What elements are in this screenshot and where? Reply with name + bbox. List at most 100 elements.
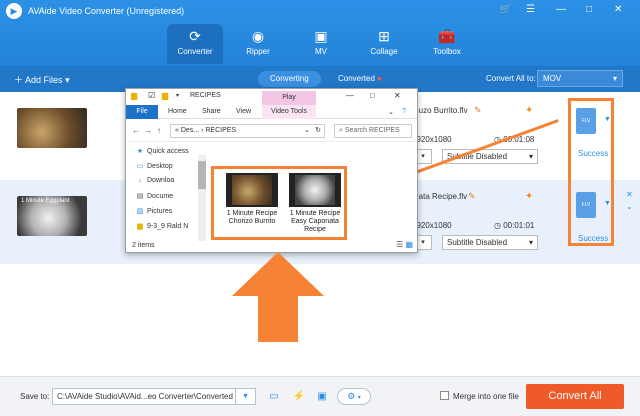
refresh-icon[interactable]: ↻	[315, 125, 321, 137]
add-files-button[interactable]: ＋ Add Files ▾	[14, 73, 70, 86]
details-view-icon[interactable]: ☰	[396, 240, 403, 249]
format-select[interactable]: MOV ▾	[537, 70, 623, 87]
enhance-icon[interactable]: ✦	[525, 191, 533, 202]
tab-converter[interactable]: ⟳ Converter	[167, 24, 223, 64]
collage-icon: ⊞	[378, 28, 390, 44]
expand-ribbon-icon[interactable]: ⌄	[388, 108, 394, 116]
sidebar-item-pictures[interactable]: ▨ Pictures	[136, 207, 173, 215]
folder-icon: ▆	[131, 91, 138, 100]
picture-icon: ▨	[136, 208, 144, 215]
folder-icon: ▆	[162, 91, 169, 100]
collapse-icon[interactable]: ⌄	[626, 202, 633, 211]
cart-icon[interactable]: 🛒	[499, 4, 511, 15]
thumbnail-view-icon[interactable]: ▦	[405, 240, 413, 249]
scrollbar-thumb[interactable]	[198, 161, 206, 189]
quick-access-toolbar-dropdown-icon[interactable]: ▾	[176, 92, 179, 99]
address-bar-row: ← → ↑ « Des... › RECIPES ⌄ ↻ ⌕ Search RE…	[126, 120, 417, 142]
merge-label: Merge into one file	[453, 392, 519, 401]
tab-ripper[interactable]: ◉ Ripper	[230, 24, 286, 64]
toolbox-icon: 🧰	[438, 28, 456, 44]
chevron-down-icon: ▾	[528, 152, 533, 161]
document-icon: ▤	[136, 193, 144, 200]
ribbon-home[interactable]: Home	[168, 108, 187, 115]
item-count: 2 items	[132, 242, 155, 249]
file-name: ...ata Recipe.flv	[412, 192, 468, 201]
notification-dot-icon: ●	[377, 74, 382, 83]
search-icon: ⌕	[339, 127, 343, 134]
subtitle-select[interactable]: Subtitle Disabled ▾	[442, 235, 538, 250]
clock-icon: ◷	[494, 221, 501, 230]
tab-label: MV	[315, 47, 327, 56]
desktop-icon: ▭	[136, 163, 144, 170]
menu-icon[interactable]: ☰	[526, 4, 535, 15]
search-box[interactable]: ⌕ Search RECIPES	[334, 124, 412, 138]
address-path: « Des... › RECIPES	[175, 127, 237, 134]
edit-name-icon[interactable]: ✎	[474, 105, 482, 116]
ribbon-video-tools[interactable]: Video Tools	[262, 105, 316, 119]
merge-checkbox[interactable]: Merge into one file	[440, 391, 519, 401]
ribbon-file[interactable]: File	[126, 105, 158, 119]
ribbon-share[interactable]: Share	[202, 108, 221, 115]
convert-all-to-label: Convert All to:	[486, 74, 536, 83]
download-icon: ↓	[138, 177, 142, 184]
converter-icon: ⟳	[189, 28, 201, 44]
duration-value: 00:01:01	[503, 221, 535, 230]
output-path-field[interactable]: C:\AVAide Studio\AVAid...eo Converter\Co…	[52, 388, 236, 405]
sidebar-item-documents[interactable]: ▤ Docume	[136, 192, 173, 200]
tab-toolbox[interactable]: 🧰 Toolbox	[419, 24, 475, 64]
chevron-down-icon: ▾	[65, 75, 70, 85]
path-dropdown-button[interactable]: ▼	[236, 388, 256, 405]
sidebar-item-desktop[interactable]: ▭ Desktop	[136, 162, 173, 170]
minimize-button[interactable]: —	[556, 4, 566, 15]
save-to-label: Save to:	[20, 392, 50, 401]
tab-label: Ripper	[246, 47, 270, 56]
enhance-icon[interactable]: ✦	[525, 105, 533, 116]
close-button[interactable]: ✕	[394, 91, 401, 100]
chevron-down-icon: ▾	[357, 395, 361, 401]
tab-label: Collage	[370, 47, 398, 56]
help-icon[interactable]: ?	[402, 108, 406, 115]
chevron-down-icon[interactable]: ⌄	[304, 125, 310, 137]
open-folder-icon[interactable]: ▭	[266, 389, 282, 405]
sidebar-item-downloads[interactable]: ↓ Downloa	[136, 177, 174, 184]
chevron-down-icon: ▾	[528, 238, 533, 247]
format-value: MOV	[543, 74, 562, 83]
add-files-label: Add Files	[25, 75, 63, 85]
sidebar-item-folder[interactable]: ▆ 9-3_9 Rald N	[136, 222, 188, 230]
settings-button[interactable]: ⚙ ▾	[337, 388, 371, 405]
converted-label: Converted	[338, 74, 375, 83]
folder-icon: ▆	[137, 223, 143, 230]
tab-label: Converter	[177, 47, 213, 56]
search-placeholder: Search RECIPES	[344, 127, 400, 134]
minimize-button[interactable]: —	[346, 91, 354, 100]
file-name: ...uzo Burrito.flv	[412, 106, 468, 115]
ribbon-view[interactable]: View	[236, 108, 251, 115]
view-toggle[interactable]: ☰ ▦	[396, 240, 413, 249]
maximize-button[interactable]: □	[586, 4, 592, 15]
output-highlight-box	[568, 98, 614, 246]
back-arrow-icon[interactable]: ←	[132, 126, 140, 135]
up-arrow-icon[interactable]: ↑	[157, 126, 161, 135]
sidebar-item-quick-access[interactable]: ★ Quick access	[136, 147, 189, 155]
address-bar[interactable]: « Des... › RECIPES ⌄ ↻	[170, 124, 325, 138]
mv-icon: ▣	[314, 28, 328, 44]
hardware-acceleration-icon[interactable]: ⚡	[291, 389, 307, 405]
maximize-button[interactable]: □	[370, 91, 375, 100]
close-button[interactable]: ✕	[614, 4, 622, 15]
video-thumbnail[interactable]: 1 Minute Eggplant	[17, 196, 87, 236]
gpu-icon[interactable]: ▣	[314, 389, 330, 405]
tab-collage[interactable]: ⊞ Collage	[356, 24, 412, 64]
converted-tab[interactable]: Converted ●	[326, 71, 394, 87]
gear-icon: ⚙	[347, 391, 356, 401]
tab-mv[interactable]: ▣ MV	[293, 24, 349, 64]
edit-name-icon[interactable]: ✎	[468, 191, 476, 202]
play-tab[interactable]: Play	[262, 91, 316, 105]
close-row-icon[interactable]: ✕	[626, 190, 633, 199]
video-thumbnail[interactable]	[17, 108, 87, 148]
converting-tab[interactable]: Converting	[258, 71, 321, 87]
checkbox-icon: ☑	[148, 91, 156, 100]
checkbox-icon	[440, 391, 449, 400]
explorer-title-bar: ▆ ☑ ▆ ▾ RECIPES Play — □ ✕	[126, 89, 417, 105]
forward-arrow-icon[interactable]: →	[144, 126, 152, 135]
convert-all-button[interactable]: Convert All	[526, 384, 624, 409]
